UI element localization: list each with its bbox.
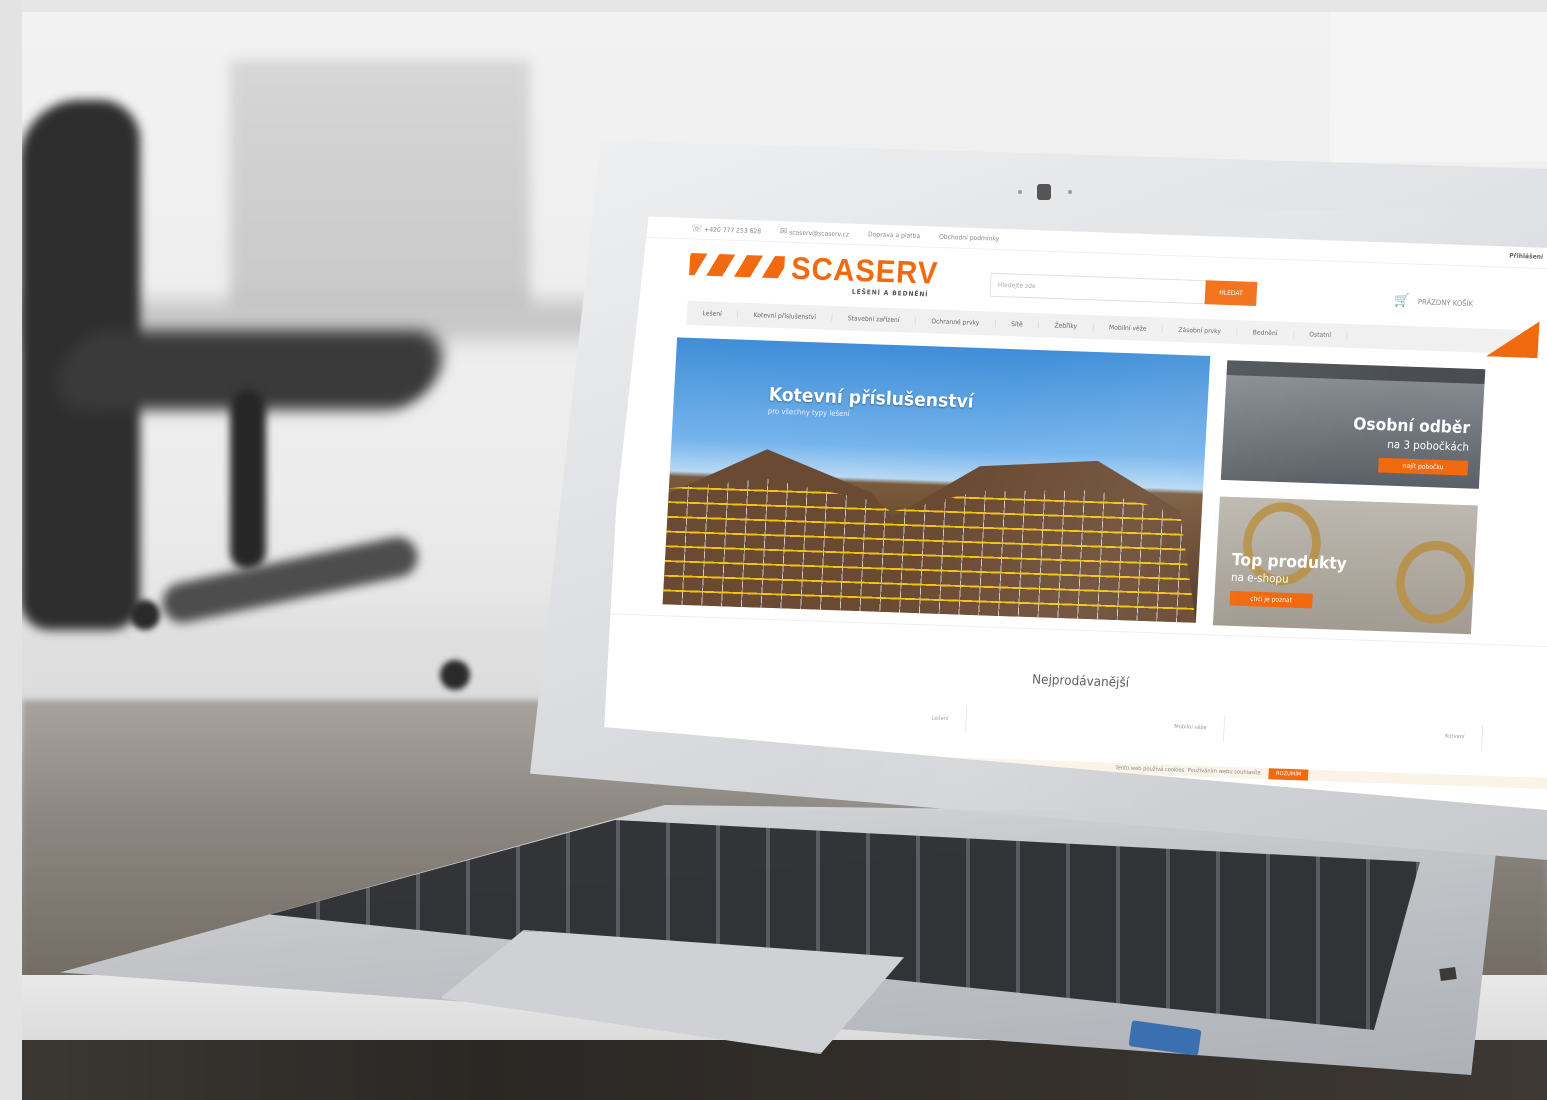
tab-2[interactable]: Kotvení [1223, 716, 1484, 751]
nav-item[interactable]: Žebříky [1038, 321, 1094, 331]
mail-icon: ✉ [779, 226, 788, 237]
logo-stripes [689, 253, 785, 279]
logo-subtitle: LEŠENÍ A BEDNĚNÍ [851, 288, 929, 299]
tab-0[interactable]: Lešení [707, 698, 968, 733]
webcam-area [1010, 180, 1080, 204]
chair-wheel [130, 600, 160, 630]
nav-item[interactable]: Zásobní prvky [1162, 325, 1238, 336]
webpage: ☏ +420 777 253 628 ✉ scaserv@scaserv.cz … [600, 216, 1547, 810]
nav-item[interactable]: Lešení [686, 309, 739, 319]
chair-wheel [440, 660, 470, 690]
indicator-dot [1018, 190, 1022, 194]
nav-item[interactable]: Kotevní příslušenství [737, 310, 833, 322]
topbar-link-shipping[interactable]: Doprava a platba [868, 231, 921, 240]
cart-icon: 🛒 [1393, 293, 1410, 309]
office-chair-base [158, 533, 422, 627]
promo-top-subtitle: na e-shopu [1230, 570, 1289, 586]
background-window [1330, 12, 1547, 162]
promo-top-products[interactable]: Top produkty na e-shopu chci je poznat [1212, 496, 1478, 635]
phone-number: +420 777 253 628 [704, 225, 762, 235]
topbar-email[interactable]: ✉ scaserv@scaserv.cz [780, 226, 850, 239]
coupler-image [1394, 539, 1476, 626]
nav-item[interactable]: Ostatní [1293, 330, 1348, 340]
search-input[interactable]: Hledejte zde [989, 272, 1213, 305]
nav-item[interactable]: Mobilní věže [1093, 323, 1164, 334]
building-sign [1226, 360, 1486, 384]
login-link[interactable]: Přihlášení [1509, 252, 1543, 261]
promo-top-button[interactable]: chci je poznat [1229, 590, 1313, 609]
frame-left [0, 0, 22, 1100]
cookie-accept-button[interactable]: ROZUMÍM [1268, 768, 1309, 781]
product-tabs: Lešení Mobilní věže Kotvení [707, 698, 1484, 751]
cart-label: PRÁZDNÝ KOŠÍK [1417, 297, 1474, 308]
indicator-dot [1068, 190, 1072, 194]
webcam-icon [1037, 184, 1051, 200]
laptop-screen: ☏ +420 777 253 628 ✉ scaserv@scaserv.cz … [592, 210, 1547, 810]
topbar-link-terms[interactable]: Obchodní podmínky [939, 233, 1000, 242]
usb-port [1439, 966, 1457, 982]
nav-item[interactable]: Stavební zařízení [832, 314, 917, 325]
cart[interactable]: 🛒 PRÁZDNÝ KOŠÍK [1394, 293, 1474, 310]
background-cabinet [230, 60, 530, 310]
best-sellers-title: Nejprodávanější [1031, 672, 1130, 691]
email-address: scaserv@scaserv.cz [788, 228, 850, 238]
hero-subtitle: pro všechny typy lešení [767, 406, 850, 419]
site-logo[interactable]: SCASERV LEŠENÍ A BEDNĚNÍ [688, 246, 974, 302]
nav-item[interactable]: Sítě [995, 319, 1040, 329]
frame-top [0, 0, 1547, 12]
tab-1[interactable]: Mobilní věže [965, 707, 1226, 742]
phone-icon: ☏ [691, 223, 703, 234]
promo-pickup[interactable]: Osobní odběr na 3 pobočkách najít pobočk… [1220, 360, 1486, 489]
hero-banner[interactable]: Kotevní příslušenství pro všechny typy l… [662, 337, 1211, 623]
promo-top-title: Top produkty [1231, 550, 1348, 574]
office-chair-arm [230, 390, 266, 570]
promo-pickup-button[interactable]: najít pobočku [1378, 457, 1469, 476]
logo-text: SCASERV [790, 251, 939, 292]
search-button[interactable]: HLEDAT [1204, 280, 1258, 306]
promo-pickup-subtitle: na 3 pobočkách [1386, 437, 1470, 454]
topbar-phone[interactable]: ☏ +420 777 253 628 [691, 223, 761, 236]
nav-item[interactable]: Bednění [1237, 328, 1294, 338]
promo-pickup-title: Osobní odběr [1352, 414, 1471, 438]
nav-item[interactable]: Ochranné prvky [915, 317, 996, 328]
